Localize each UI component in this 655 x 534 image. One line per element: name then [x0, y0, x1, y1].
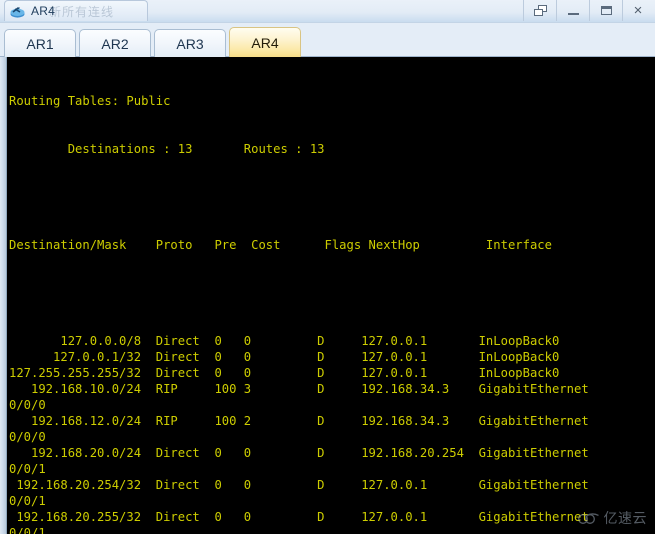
minimize-icon: [567, 12, 579, 15]
route-table-header: Destination/Mask Proto Pre Cost Flags Ne…: [9, 238, 552, 252]
route-row: 192.168.12.0/24 RIP 100 2 D 192.168.34.3…: [9, 414, 589, 428]
window-title-tab[interactable]: AR4 新所有连线: [4, 0, 148, 21]
terminal-output[interactable]: Routing Tables: Public Destinations : 13…: [7, 57, 655, 534]
title-bar: AR4 新所有连线 ×: [0, 0, 655, 22]
close-button[interactable]: ×: [622, 0, 655, 21]
route-row: 127.0.0.0/8 Direct 0 0 D 127.0.0.1 InLoo…: [9, 334, 560, 348]
tab-ar3[interactable]: AR3: [154, 29, 226, 57]
device-tab-bar: AR1 AR2 AR3 AR4: [0, 22, 655, 57]
router-icon: [9, 4, 26, 19]
route-row-wrap: 0/0/1: [9, 526, 46, 534]
restore-icon: [533, 5, 547, 16]
tab-ar2[interactable]: AR2: [79, 29, 151, 57]
terminal-panel: Routing Tables: Public Destinations : 13…: [0, 57, 655, 534]
tab-ar1-label: AR1: [26, 35, 54, 52]
tab-ar3-label: AR3: [176, 35, 204, 52]
restore-button[interactable]: [523, 0, 556, 21]
maximize-icon: [600, 6, 612, 15]
emulator-window: AR4 新所有连线 × AR1 AR2 AR3 AR4 Routing Tabl…: [0, 0, 655, 534]
routing-summary-line: Destinations : 13 Routes : 13: [9, 142, 325, 156]
route-row: 192.168.20.254/32 Direct 0 0 D 127.0.0.1…: [9, 478, 589, 492]
route-row-wrap: 0/0/0: [9, 398, 46, 412]
close-icon: ×: [633, 2, 643, 19]
route-row: 192.168.20.255/32 Direct 0 0 D 127.0.0.1…: [9, 510, 589, 524]
route-row: 192.168.10.0/24 RIP 100 3 D 192.168.34.3…: [9, 382, 589, 396]
routing-tables-line: Routing Tables: Public: [9, 94, 171, 108]
tab-ar4[interactable]: AR4: [229, 27, 301, 57]
window-controls: ×: [523, 0, 655, 22]
title-watermark-text: 新所有连线: [49, 5, 115, 19]
route-row-wrap: 0/0/1: [9, 462, 46, 476]
maximize-button[interactable]: [589, 0, 622, 21]
terminal-scrollbar[interactable]: [0, 57, 7, 534]
route-row: 127.255.255.255/32 Direct 0 0 D 127.0.0.…: [9, 366, 560, 380]
route-row: 192.168.20.0/24 Direct 0 0 D 192.168.20.…: [9, 446, 589, 460]
minimize-button[interactable]: [556, 0, 589, 21]
tab-ar4-label: AR4: [251, 34, 279, 51]
window-title-label: AR4: [31, 4, 55, 18]
route-rows: 127.0.0.0/8 Direct 0 0 D 127.0.0.1 InLoo…: [9, 333, 655, 534]
route-row-wrap: 0/0/0: [9, 430, 46, 444]
tab-ar2-label: AR2: [101, 35, 129, 52]
route-row-wrap: 0/0/1: [9, 494, 46, 508]
route-row: 127.0.0.1/32 Direct 0 0 D 127.0.0.1 InLo…: [9, 350, 560, 364]
tab-ar1[interactable]: AR1: [4, 29, 76, 57]
